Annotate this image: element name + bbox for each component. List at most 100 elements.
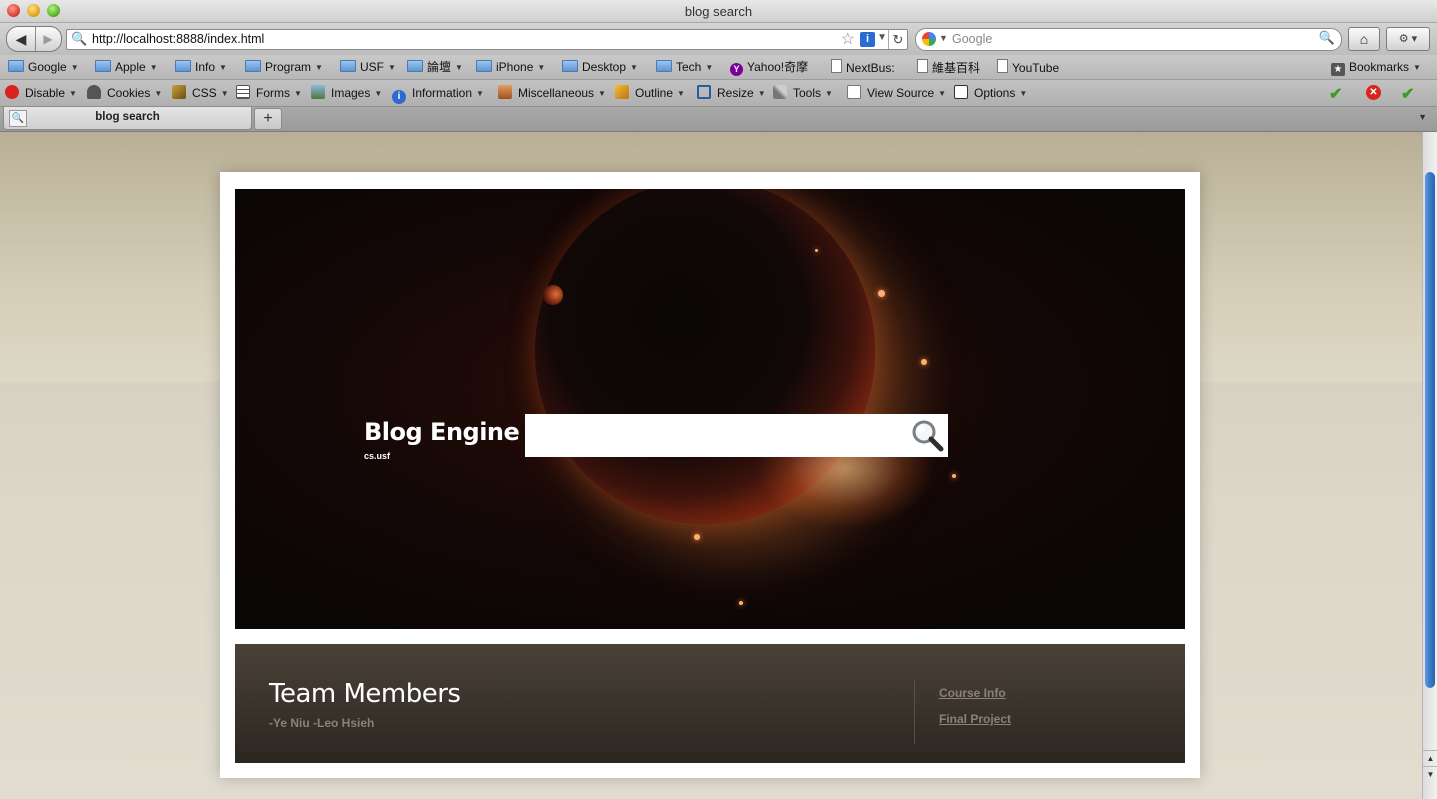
brand-subtitle: cs.usf — [364, 451, 391, 461]
dropdown-arrow-icon: ▼ — [149, 63, 158, 72]
folder-icon — [340, 60, 356, 72]
dropdown-arrow-icon: ▼ — [219, 63, 227, 72]
dropdown-arrow-icon: ▼ — [1413, 63, 1421, 72]
css-valid-check-icon[interactable]: ✔ — [1329, 84, 1342, 104]
url-history-dropdown-icon[interactable]: ▼ — [877, 32, 887, 43]
dropdown-arrow-icon: ▼ — [630, 63, 638, 72]
options-icon — [954, 85, 968, 99]
bookmark-folder-desktop[interactable]: Desktop ▼ — [562, 59, 638, 75]
folder-icon — [245, 60, 261, 72]
javascript-error-icon[interactable]: ✕ — [1366, 85, 1381, 100]
bookmarks-menu[interactable]: ★ Bookmarks ▼ — [1331, 59, 1421, 76]
tab-list-dropdown-icon[interactable]: ▼ — [1418, 112, 1427, 122]
dev-menu-resize[interactable]: Resize ▼ — [697, 85, 766, 101]
bookmark-star-icon[interactable]: ☆ — [841, 29, 855, 49]
tools-icon — [773, 85, 787, 99]
dev-menu-miscellaneous[interactable]: Miscellaneous ▼ — [498, 85, 606, 101]
magnifier-search-icon[interactable] — [910, 418, 944, 452]
bookmark-folder-usf[interactable]: USF ▼ — [340, 59, 396, 75]
miscellaneous-icon — [498, 85, 512, 99]
reload-button[interactable]: ↻ — [888, 30, 907, 49]
dev-menu-tools[interactable]: Tools ▼ — [773, 85, 833, 101]
html-valid-check-icon[interactable]: ✔ — [1401, 84, 1414, 104]
hero-banner: Blog Engine cs.usf — [235, 189, 1185, 629]
information-icon: i — [392, 90, 406, 104]
search-icon[interactable]: 🔍 — [1319, 30, 1335, 46]
bookmarks-toolbar: Google ▼ Apple ▼ Info ▼ Program ▼ USF ▼ 論壇 ▼ i… — [0, 55, 1437, 80]
folder-icon — [175, 60, 191, 72]
dev-menu-forms[interactable]: Forms ▼ — [236, 85, 302, 101]
site-info-icon[interactable]: i — [860, 32, 875, 47]
blog-search-input[interactable] — [525, 414, 948, 457]
scroll-up-arrow-icon[interactable]: ▲ — [1423, 750, 1437, 767]
vertical-scrollbar[interactable]: ▲ ▼ — [1422, 132, 1437, 799]
page-tools-button[interactable]: ⚙ ▾ — [1386, 27, 1430, 51]
bookmark-nextbus[interactable]: NextBus: — [829, 59, 895, 75]
dev-menu-cookies[interactable]: Cookies ▼ — [87, 85, 162, 101]
bookmark-folder-program[interactable]: Program ▼ — [245, 59, 323, 75]
bookmark-folder-iphone[interactable]: iPhone ▼ — [476, 59, 545, 75]
cookies-icon — [87, 85, 101, 99]
bookmark-folder-apple[interactable]: Apple ▼ — [95, 59, 158, 75]
dropdown-arrow-icon: ▼ — [70, 63, 79, 72]
team-member-names: -Ye Niu -Leo Hsieh — [269, 716, 375, 730]
dev-menu-images[interactable]: Images ▼ — [311, 85, 382, 101]
scrollbar-thumb[interactable] — [1425, 172, 1435, 688]
home-button[interactable]: ⌂ — [1348, 27, 1380, 51]
window-title-bar: blog search — [0, 0, 1437, 23]
bookmark-folder-info[interactable]: Info ▼ — [175, 59, 227, 75]
url-input[interactable]: http://localhost:8888/index.html — [92, 32, 264, 46]
footer-divider — [914, 680, 915, 744]
url-bar[interactable]: 🔍 http://localhost:8888/index.html ☆ i ▼… — [66, 29, 908, 50]
brand-title: Blog Engine — [364, 418, 520, 446]
back-button[interactable]: ◀ — [7, 27, 36, 51]
tab-blog-search[interactable]: 🔍 blog search — [3, 107, 252, 130]
folder-icon — [8, 60, 24, 72]
star-dot — [921, 359, 927, 365]
folder-icon — [95, 60, 111, 72]
resize-icon — [697, 85, 711, 99]
outline-icon — [615, 85, 629, 99]
bookmark-yahoo[interactable]: Y Yahoo!奇摩 — [730, 59, 808, 76]
google-engine-icon[interactable] — [922, 32, 936, 46]
bookmark-youtube[interactable]: YouTube — [995, 59, 1059, 75]
moon-artwork — [543, 285, 563, 305]
course-info-link[interactable]: Course Info — [939, 686, 1006, 700]
dev-menu-information[interactable]: i Information ▼ — [392, 85, 484, 104]
view-source-icon — [847, 85, 861, 99]
css-icon — [172, 85, 186, 99]
new-tab-button[interactable]: + — [254, 108, 282, 130]
search-input[interactable]: Google — [952, 32, 992, 46]
page-card: Blog Engine cs.usf Team Members -Ye Niu … — [220, 172, 1200, 778]
dev-menu-view-source[interactable]: View Source ▼ — [847, 85, 946, 101]
bookmark-folder-google[interactable]: Google ▼ — [8, 59, 79, 75]
tab-title: blog search — [95, 111, 160, 123]
star-dot — [694, 534, 700, 540]
folder-icon — [476, 60, 492, 72]
bookmark-wikipedia[interactable]: 維基百科 — [915, 59, 980, 75]
disable-icon — [5, 85, 19, 99]
scroll-down-arrow-icon[interactable]: ▼ — [1423, 766, 1437, 783]
window-title: blog search — [684, 4, 753, 19]
search-engine-dropdown-icon[interactable]: ▼ — [939, 33, 948, 43]
forward-button[interactable]: ▶ — [36, 27, 60, 51]
bookmarks-star-icon: ★ — [1331, 63, 1345, 76]
search-bar[interactable]: ▼ Google 🔍 — [915, 28, 1342, 51]
bookmark-folder-forum[interactable]: 論壇 ▼ — [407, 59, 463, 75]
dropdown-arrow-icon: ▼ — [705, 63, 714, 72]
folder-icon — [656, 60, 672, 72]
dev-menu-disable[interactable]: Disable ▼ — [5, 85, 77, 101]
dropdown-arrow-icon: ▼ — [537, 63, 546, 72]
dev-menu-options[interactable]: Options ▼ — [954, 85, 1027, 101]
forms-icon — [236, 85, 250, 99]
dev-menu-css[interactable]: CSS ▼ — [172, 85, 229, 101]
dev-menu-outline[interactable]: Outline ▼ — [615, 85, 685, 101]
bookmark-folder-tech[interactable]: Tech ▼ — [656, 59, 713, 75]
page-icon — [831, 59, 842, 73]
page-viewport: Blog Engine cs.usf Team Members -Ye Niu … — [0, 132, 1422, 799]
navigation-toolbar: ◀ ▶ 🔍 http://localhost:8888/index.html ☆… — [0, 23, 1437, 55]
final-project-link[interactable]: Final Project — [939, 712, 1011, 726]
images-icon — [311, 85, 325, 99]
star-dot — [952, 474, 956, 478]
dropdown-arrow-icon: ▼ — [388, 63, 396, 72]
